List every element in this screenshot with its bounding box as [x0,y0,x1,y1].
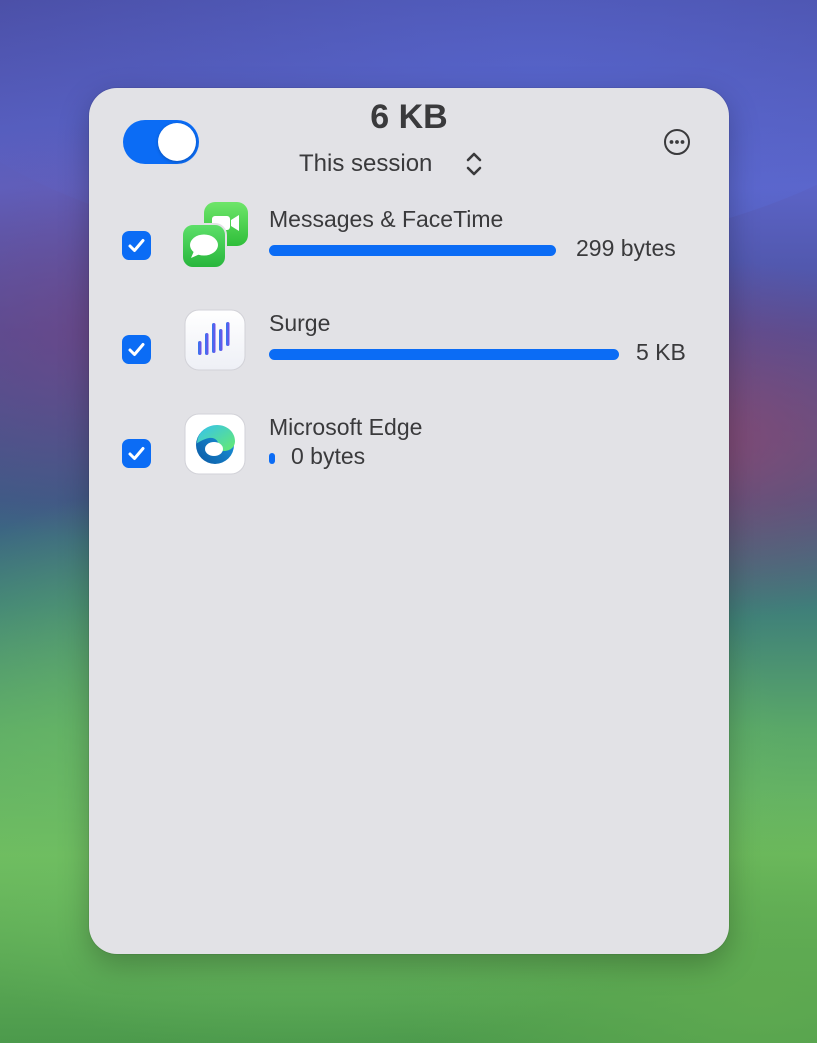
more-options-icon[interactable] [663,128,691,156]
usage-bar [269,453,275,464]
usage-bar [269,349,619,360]
period-selector[interactable]: This session [299,146,486,182]
app-row-surge: Surge 5 KB [89,306,729,378]
usage-bar [269,245,556,256]
messages-facetime-icon [181,202,248,269]
chevron-up-down-icon [467,152,482,176]
app-name: Microsoft Edge [269,414,423,440]
app-row-microsoft-edge: Microsoft Edge 0 bytes [89,410,729,482]
usage-amount: 5 KB [636,339,686,365]
total-usage: 6 KB [370,98,448,136]
period-label: This session [299,150,433,177]
app-checkbox[interactable] [122,231,151,260]
network-usage-panel: 6 KB This session Messages & FaceTime 29… [89,88,729,954]
surge-icon [184,309,246,371]
usage-amount: 0 bytes [291,443,366,469]
app-name: Messages & FaceTime [269,206,504,232]
microsoft-edge-icon [184,413,246,475]
app-row-messages-facetime: Messages & FaceTime 299 bytes [89,202,729,274]
checkmark-icon [128,239,145,252]
checkmark-icon [128,447,145,460]
app-name: Surge [269,310,331,336]
app-checkbox[interactable] [122,439,151,468]
usage-amount: 299 bytes [576,235,676,261]
app-checkbox[interactable] [122,335,151,364]
checkmark-icon [128,343,145,356]
desktop-wallpaper: 6 KB This session Messages & FaceTime 29… [0,0,817,1043]
